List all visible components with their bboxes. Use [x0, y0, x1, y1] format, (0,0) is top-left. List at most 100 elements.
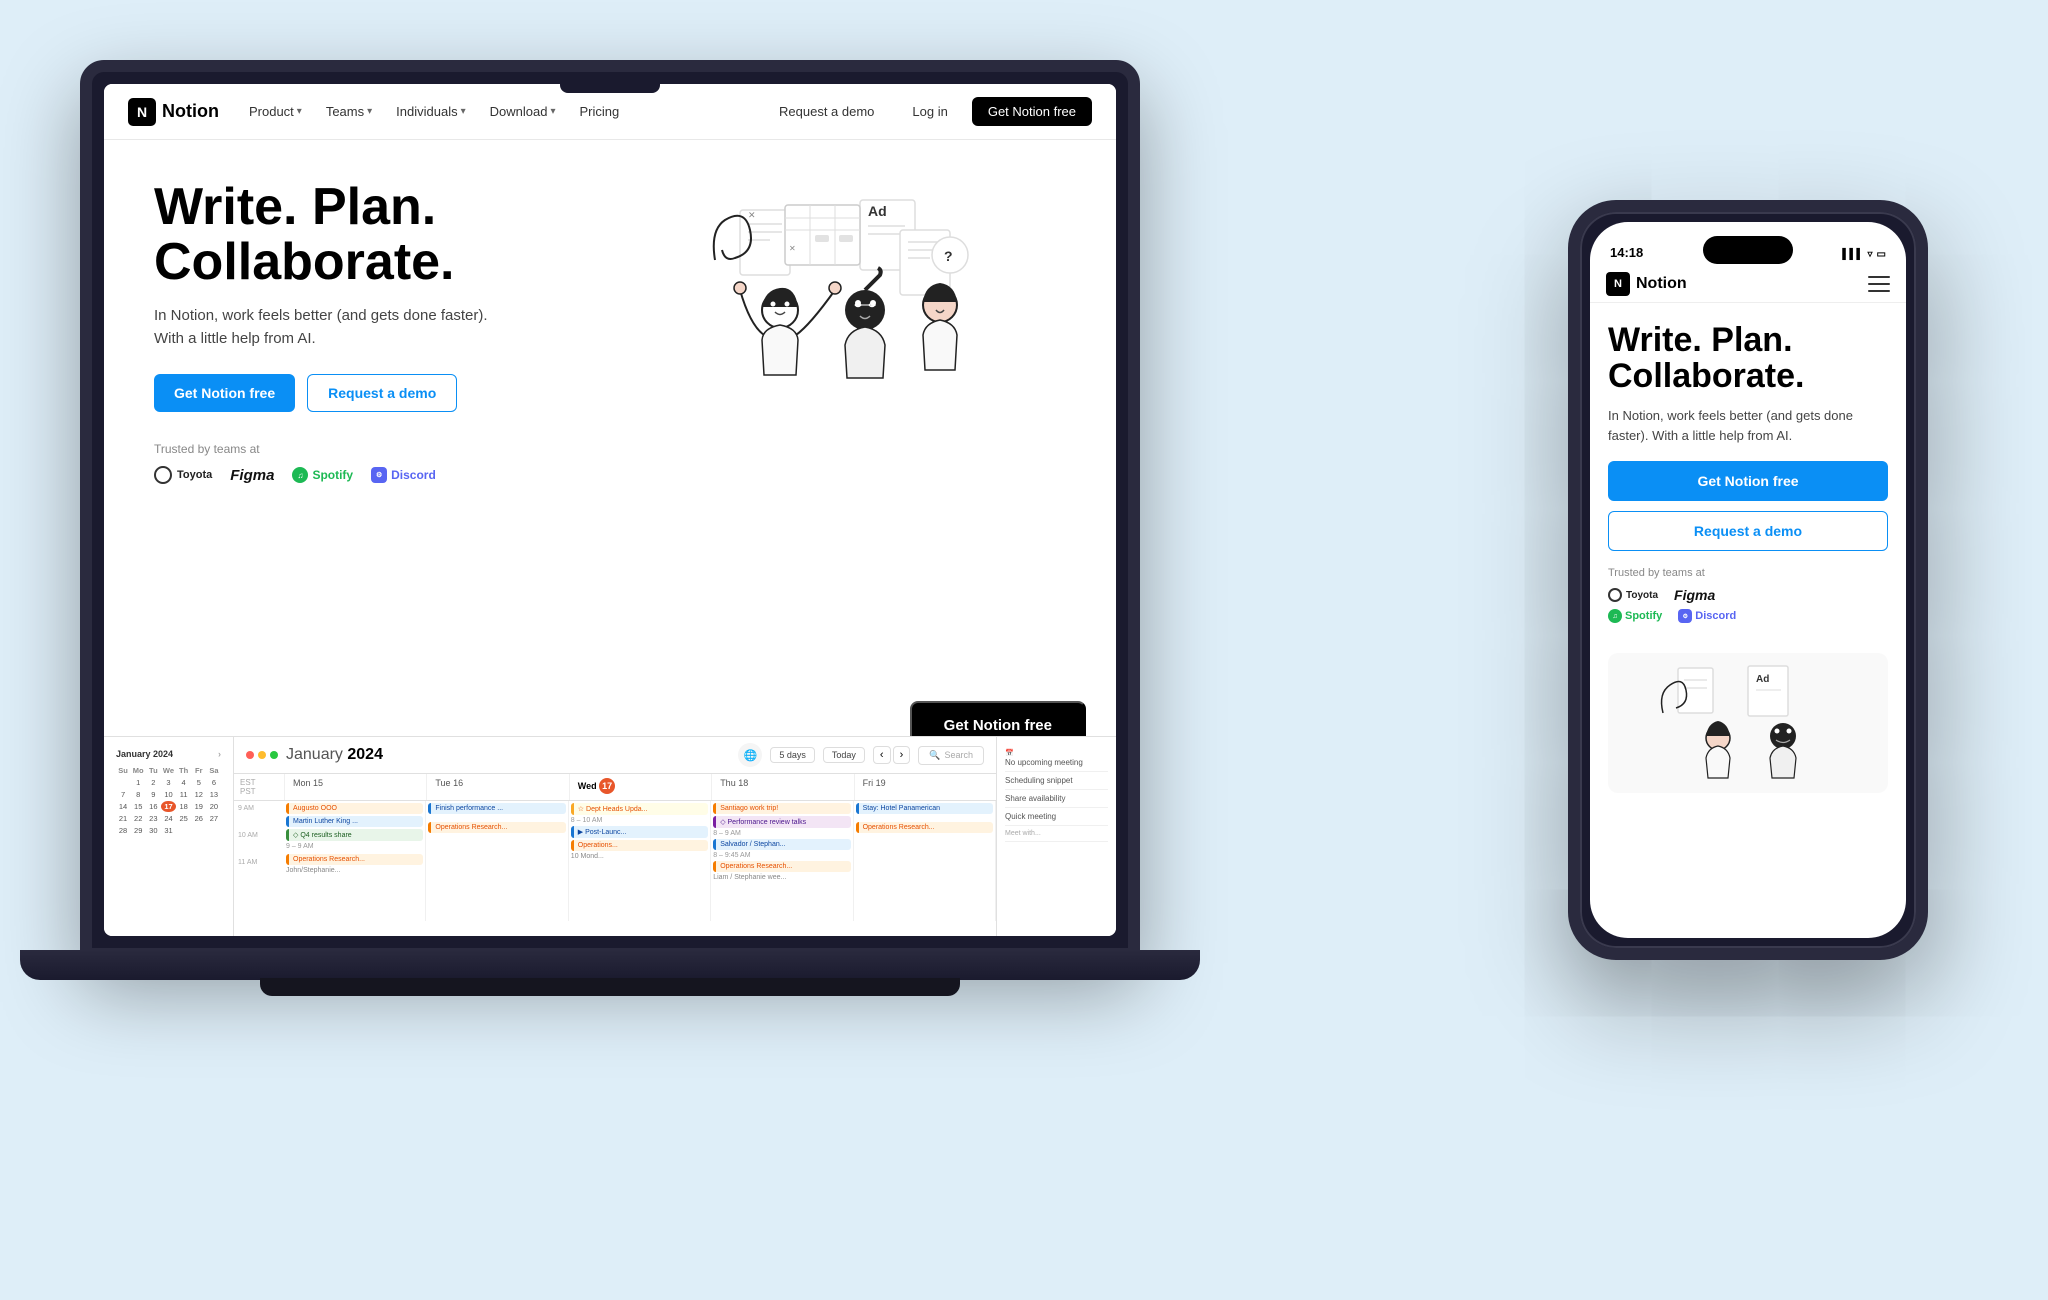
cal-events-fri: Stay: Hotel Panamerican Operations Resea…: [854, 801, 996, 921]
chevron-down-icon: ▾: [461, 106, 466, 117]
event-santiago[interactable]: Santiago work trip!: [713, 803, 850, 814]
calendar-main: January January 20242024 🌐 5 days Today …: [234, 737, 996, 936]
cal-view-selector[interactable]: 5 days: [770, 747, 815, 763]
cal-prev-button[interactable]: ‹: [873, 746, 891, 764]
cal-globe-icon[interactable]: 🌐: [738, 743, 762, 767]
search-icon: 🔍: [929, 750, 940, 761]
cal-tz-col: ESTPST: [234, 774, 284, 800]
nav-link-individuals[interactable]: Individuals ▾: [386, 99, 475, 124]
nav-link-product[interactable]: Product ▾: [239, 99, 312, 124]
nav-logo[interactable]: N Notion: [128, 98, 219, 126]
request-demo-button-hero[interactable]: Request a demo: [307, 374, 457, 412]
nav-link-download[interactable]: Download ▾: [480, 99, 566, 124]
phone-nav-logo[interactable]: N Notion: [1606, 272, 1868, 296]
event-finish-perf[interactable]: Finish performance ...: [428, 803, 565, 814]
phone-dynamic-island: [1703, 236, 1793, 264]
figma-logo: Figma: [230, 467, 274, 484]
get-notion-free-button-hero[interactable]: Get Notion free: [154, 374, 295, 412]
phone-logos-row1: Toyota Figma: [1608, 587, 1888, 603]
get-notion-free-button-nav[interactable]: Get Notion free: [972, 97, 1092, 126]
phone-subtext: In Notion, work feels better (and gets d…: [1608, 406, 1888, 445]
cal-day-tue: Tue 16: [426, 774, 568, 800]
cal-time-col: 9 AM10 AM11 AM: [234, 801, 284, 921]
cal-title: January January 20242024: [286, 746, 383, 764]
cal-today-button[interactable]: Today: [823, 747, 865, 763]
event-ops-research-thu[interactable]: Operations Research...: [713, 861, 850, 872]
hero-buttons: Get Notion free Request a demo: [154, 374, 574, 412]
phone-screen: 14:18 ▌▌▌ ▿ ▭ N Notion: [1590, 222, 1906, 938]
trusted-logos: Toyota Figma ♫ Spotify ⚙ Discord: [154, 466, 574, 484]
event-ops-research-tue[interactable]: Operations Research...: [428, 822, 565, 833]
phone-toyota-logo: Toyota: [1608, 588, 1658, 602]
nav-link-pricing[interactable]: Pricing: [569, 99, 629, 124]
cal-day-mon: Mon 15: [284, 774, 426, 800]
event-salvador[interactable]: Salvador / Stephan...: [713, 839, 850, 850]
svg-text:?: ?: [944, 248, 953, 264]
cal-toolbar-right: 🌐 5 days Today ‹ › 🔍 Search: [738, 743, 984, 767]
svg-text:Ad: Ad: [1756, 674, 1769, 685]
phone-discord-logo: ⚙ Discord: [1678, 609, 1736, 623]
cal-sr-meet[interactable]: Meet with...: [1005, 826, 1108, 842]
cal-sr-no-meeting: 📅 No upcoming meeting: [1005, 745, 1108, 772]
toyota-circle-icon: [154, 466, 172, 484]
phone-get-notion-free-button[interactable]: Get Notion free: [1608, 461, 1888, 501]
phone-device: 14:18 ▌▌▌ ▿ ▭ N Notion: [1568, 200, 1948, 980]
chevron-down-icon: ▾: [297, 106, 302, 117]
phone-time: 14:18: [1610, 245, 1643, 260]
event-post-launch[interactable]: ▶ Post-Launc...: [571, 826, 708, 838]
phone-headline: Write. Plan. Collaborate.: [1608, 323, 1888, 394]
nav-actions: Request a demo Log in Get Notion free: [765, 97, 1092, 126]
event-ops-research-fri[interactable]: Operations Research...: [856, 822, 993, 833]
cal-sr-scheduling[interactable]: Scheduling snippet: [1005, 772, 1108, 790]
phone-body: 14:18 ▌▌▌ ▿ ▭ N Notion: [1568, 200, 1928, 960]
laptop-device: N Notion Product ▾ Teams ▾ Individuals: [80, 60, 1180, 1160]
phone-illustration: Ad: [1608, 653, 1888, 793]
cal-mini-nav[interactable]: ›: [218, 749, 221, 759]
hero-section: Write. Plan. Collaborate. In Notion, wor…: [104, 140, 1116, 620]
cal-sr-availability[interactable]: Share availability: [1005, 790, 1108, 808]
event-mlk[interactable]: Martin Luther King ...: [286, 816, 423, 827]
request-demo-button[interactable]: Request a demo: [765, 98, 888, 125]
laptop-base: [20, 950, 1200, 980]
svg-text:✕: ✕: [748, 210, 756, 220]
cal-search[interactable]: 🔍 Search: [918, 746, 984, 765]
phone-notion-icon: N: [1606, 272, 1630, 296]
svg-text:Ad: Ad: [868, 203, 887, 219]
discord-icon: ⚙: [371, 467, 387, 483]
phone-request-demo-button[interactable]: Request a demo: [1608, 511, 1888, 551]
spotify-icon: ♫: [292, 467, 308, 483]
nav-links: Product ▾ Teams ▾ Individuals ▾ Download…: [239, 99, 765, 124]
event-dept-heads[interactable]: ☆ Dept Heads Upda...: [571, 803, 708, 815]
cal-events-tue: Finish performance ... Operations Resear…: [426, 801, 568, 921]
hamburger-menu-button[interactable]: [1868, 276, 1890, 292]
battery-icon: ▭: [1877, 249, 1886, 260]
discord-logo: ⚙ Discord: [371, 467, 436, 483]
event-stay-hotel[interactable]: Stay: Hotel Panamerican: [856, 803, 993, 814]
cal-sr-quick-meeting[interactable]: Quick meeting: [1005, 808, 1108, 826]
hamburger-line-1: [1868, 276, 1890, 278]
cal-day-wed: Wed 17: [569, 774, 711, 800]
notion-icon: N: [128, 98, 156, 126]
hero-subtext: In Notion, work feels better (and gets d…: [154, 305, 514, 350]
cal-events-thu: Santiago work trip! ◇ Performance review…: [711, 801, 853, 921]
event-perf-review[interactable]: ◇ Performance review talks: [713, 816, 850, 828]
chevron-down-icon: ▾: [550, 106, 555, 117]
laptop-body: N Notion Product ▾ Teams ▾ Individuals: [80, 60, 1140, 960]
notion-icon-letter: N: [137, 104, 147, 120]
event-ops-research-wed[interactable]: Operations...: [571, 840, 708, 851]
event-ops-research-mon[interactable]: Operations Research...: [286, 854, 423, 865]
event-augusto-ooo[interactable]: Augusto OOO: [286, 803, 423, 814]
cal-nav-buttons: ‹ ›: [873, 746, 910, 764]
event-q4[interactable]: ◇ Q4 results share: [286, 829, 423, 841]
phone-illustration-svg: Ad: [1648, 658, 1848, 788]
cal-next-button[interactable]: ›: [893, 746, 911, 764]
toyota-logo: Toyota: [154, 466, 212, 484]
signal-icon: ▌▌▌: [1842, 249, 1863, 260]
cal-events-wed: ☆ Dept Heads Upda... 8 – 10 AM ▶ Post-La…: [569, 801, 711, 921]
login-button[interactable]: Log in: [898, 98, 961, 125]
nav-link-teams[interactable]: Teams ▾: [316, 99, 382, 124]
cal-events-mon: Augusto OOO Martin Luther King ... ◇ Q4 …: [284, 801, 426, 921]
laptop-foot: [260, 978, 960, 996]
cal-sidebar-right: 📅 No upcoming meeting Scheduling snippet…: [996, 737, 1116, 936]
svg-text:✕: ✕: [789, 244, 796, 253]
